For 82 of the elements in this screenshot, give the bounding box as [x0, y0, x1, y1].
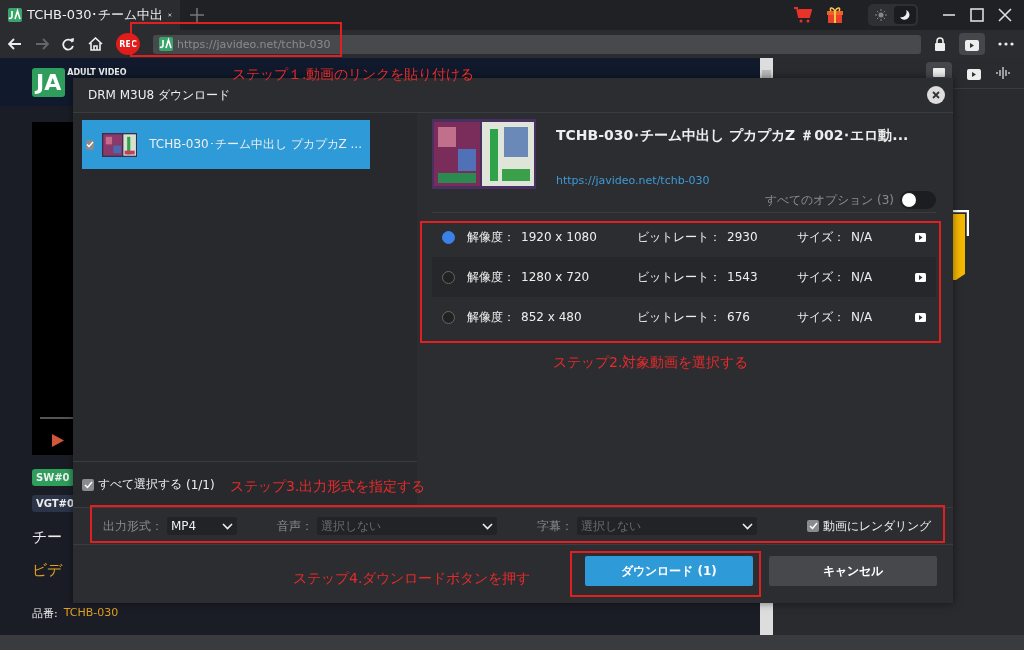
- close-icon[interactable]: [998, 8, 1012, 22]
- play-icon[interactable]: [915, 312, 926, 322]
- close-icon: [932, 91, 940, 99]
- lock-icon[interactable]: [934, 37, 946, 51]
- product-code: TCHB-030: [63, 606, 119, 621]
- radio-button[interactable]: [442, 230, 455, 244]
- video-title: TCHB-030･チーム中出し プカプカZ ＃002･エロ動...: [556, 127, 909, 145]
- video-title: チー: [32, 528, 62, 547]
- size-value: N/A: [851, 309, 873, 324]
- checkbox[interactable]: [86, 139, 94, 150]
- video-icon[interactable]: [966, 66, 982, 80]
- size-value: N/A: [851, 229, 873, 244]
- resolution-value: 852 x 480: [521, 309, 582, 324]
- reload-icon[interactable]: [62, 37, 75, 51]
- record-button[interactable]: REC: [116, 33, 140, 55]
- video-url-link[interactable]: https://javideo.net/tchb-030: [556, 174, 909, 187]
- step-annotation: ステップ4.ダウンロードボタンを押す: [293, 570, 531, 588]
- audio-label: 音声：: [277, 517, 313, 535]
- radio-button[interactable]: [442, 310, 455, 324]
- close-button[interactable]: [927, 86, 945, 104]
- chevron-down-icon: [222, 522, 233, 530]
- play-icon[interactable]: [915, 272, 926, 282]
- bitrate-label: ビットレート：: [637, 269, 721, 284]
- stream-option[interactable]: 解像度： 1280 x 720 ビットレート： 1543 サイズ： N/A: [432, 257, 936, 297]
- sun-icon: [875, 9, 887, 21]
- bitrate-label: ビットレート：: [637, 309, 721, 324]
- all-options-label: すべてのオプション: [765, 191, 873, 209]
- size-label: サイズ：: [797, 269, 845, 284]
- step-annotation: ステップ3.出力形式を指定する: [230, 478, 426, 496]
- moon-icon: [899, 9, 911, 21]
- play-icon[interactable]: [915, 232, 926, 242]
- size-label: サイズ：: [797, 229, 845, 244]
- format-dropdown[interactable]: MP4: [167, 517, 237, 535]
- subtitle-label: 字幕：: [537, 517, 573, 535]
- theme-toggle[interactable]: [868, 4, 918, 26]
- gift-icon[interactable]: [826, 6, 844, 24]
- home-icon[interactable]: [88, 37, 103, 51]
- video-download-button[interactable]: [959, 33, 985, 55]
- resolution-label: 解像度：: [467, 269, 515, 284]
- close-icon[interactable]: [168, 10, 172, 20]
- options-count: (3): [877, 193, 894, 207]
- stream-option[interactable]: 解像度： 1920 x 1080 ビットレート： 2930 サイズ： N/A: [432, 217, 936, 257]
- render-checkbox[interactable]: [807, 520, 819, 532]
- resolution-value: 1920 x 1080: [521, 229, 597, 244]
- screen-icon: [932, 67, 946, 79]
- bookmark-drawing: [953, 210, 969, 280]
- resolution-label: 解像度：: [467, 309, 515, 324]
- radio-button[interactable]: [442, 270, 455, 284]
- audio-wave-icon[interactable]: [996, 67, 1010, 79]
- browser-tab[interactable]: TCHB-030･チーム中出: [0, 0, 180, 30]
- select-all-checkbox[interactable]: [82, 478, 94, 491]
- bitrate-value: 1543: [727, 269, 758, 284]
- category-link[interactable]: ビデ: [32, 561, 62, 580]
- dialog-title: DRM M3U8 ダウンロード: [88, 86, 230, 104]
- stream-option[interactable]: 解像度： 852 x 480 ビットレート： 676 サイズ： N/A: [432, 297, 936, 337]
- more-icon[interactable]: [998, 42, 1014, 46]
- site-logo-icon: [8, 8, 22, 22]
- cancel-button[interactable]: キャンセル: [769, 556, 937, 586]
- step-annotation: ステップ2.対象動画を選択する: [553, 354, 749, 372]
- all-options-switch[interactable]: [900, 191, 936, 209]
- bitrate-value: 676: [727, 309, 750, 324]
- video-icon: [964, 37, 980, 51]
- step-annotation: ステップ１.動画のリンクを貼り付ける: [232, 66, 475, 84]
- render-label: 動画にレンダリング: [823, 517, 931, 535]
- chevron-down-icon: [482, 522, 493, 530]
- maximize-icon[interactable]: [970, 8, 984, 22]
- resolution-label: 解像度：: [467, 229, 515, 244]
- site-logo-icon: [159, 37, 173, 51]
- bitrate-value: 2930: [727, 229, 758, 244]
- resolution-value: 1280 x 720: [521, 269, 590, 284]
- forward-icon[interactable]: [35, 38, 49, 50]
- selection-count: (1/1): [186, 477, 215, 492]
- cart-icon[interactable]: [794, 7, 812, 23]
- chevron-down-icon: [742, 522, 753, 530]
- format-label: 出力形式：: [103, 517, 163, 535]
- size-value: N/A: [851, 269, 873, 284]
- bitrate-label: ビットレート：: [637, 229, 721, 244]
- new-tab-icon[interactable]: [190, 8, 204, 22]
- select-all-label: すべて選択する: [98, 476, 182, 493]
- back-icon[interactable]: [8, 38, 22, 50]
- product-label: 品番:: [32, 606, 58, 621]
- size-label: サイズ：: [797, 309, 845, 324]
